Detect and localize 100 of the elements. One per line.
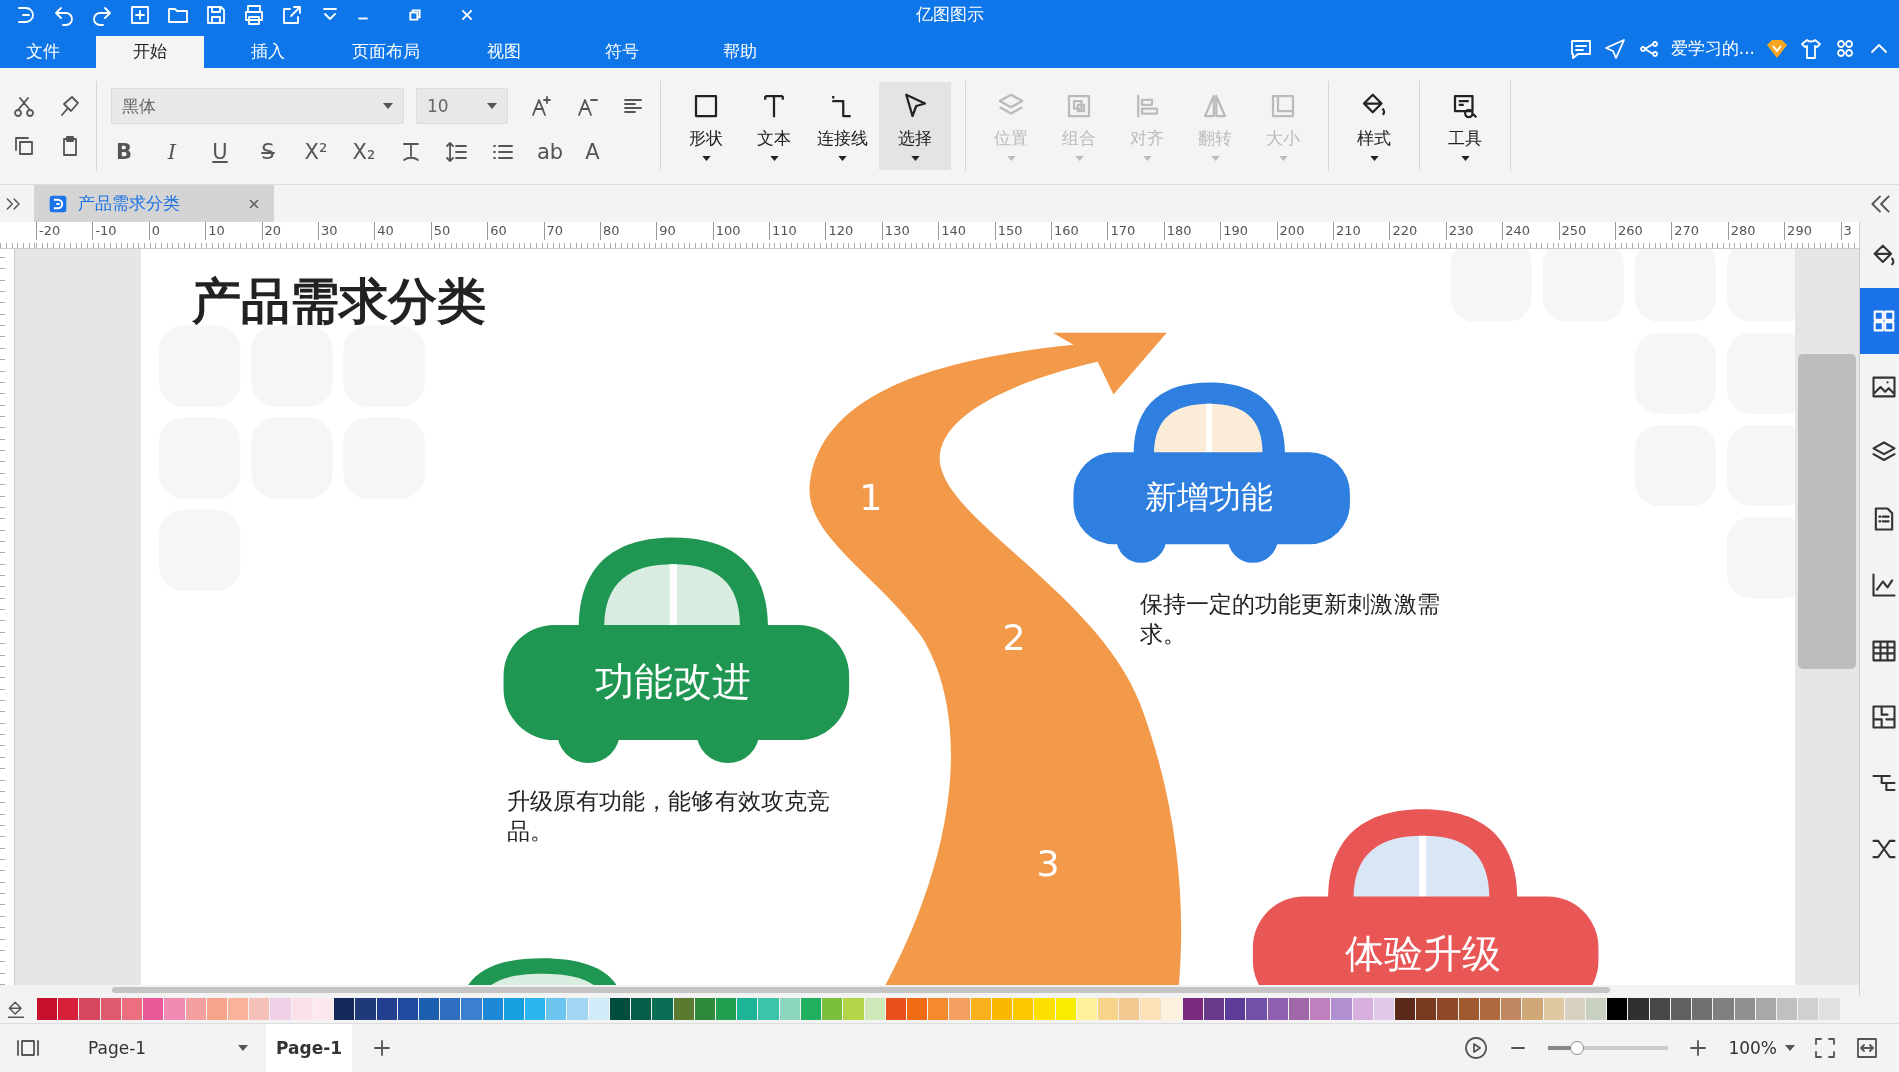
line-chart-icon[interactable]: [1870, 571, 1898, 599]
color-swatch[interactable]: [1458, 998, 1479, 1020]
color-swatch[interactable]: [1310, 998, 1331, 1020]
page-tab[interactable]: Page-1: [266, 1024, 353, 1072]
color-swatch[interactable]: [758, 998, 779, 1020]
format-button[interactable]: S: [255, 140, 281, 164]
ribbon-button[interactable]: 工具: [1434, 82, 1496, 170]
color-swatch[interactable]: [864, 998, 885, 1020]
color-swatch[interactable]: [206, 998, 227, 1020]
color-swatch[interactable]: [1395, 998, 1416, 1020]
color-swatch[interactable]: [1649, 998, 1670, 1020]
color-swatch[interactable]: [143, 998, 164, 1020]
color-swatch[interactable]: [949, 998, 970, 1020]
send-icon[interactable]: [1602, 36, 1627, 61]
line-spacing-icon[interactable]: [445, 140, 469, 164]
color-swatch[interactable]: [1225, 998, 1246, 1020]
format-button[interactable]: X²: [303, 140, 329, 164]
color-swatch[interactable]: [1267, 998, 1288, 1020]
color-swatch[interactable]: [1076, 998, 1097, 1020]
color-swatch[interactable]: [312, 998, 334, 1020]
shirt-icon[interactable]: [1799, 36, 1823, 61]
color-swatch[interactable]: [546, 998, 567, 1020]
vertical-scrollbar[interactable]: [1798, 354, 1856, 669]
font-color-button[interactable]: A: [585, 140, 600, 164]
horizontal-scrollbar[interactable]: [112, 987, 1610, 993]
color-swatch[interactable]: [1055, 998, 1076, 1020]
floor-plan-icon[interactable]: [1870, 703, 1898, 731]
color-swatch[interactable]: [185, 998, 206, 1020]
ribbon-button[interactable]: 形状: [675, 82, 737, 170]
color-swatch[interactable]: [1373, 998, 1394, 1020]
color-swatch[interactable]: [1097, 998, 1119, 1020]
color-swatch[interactable]: [100, 998, 121, 1020]
print-icon[interactable]: [242, 2, 266, 27]
color-swatch[interactable]: [1543, 998, 1564, 1020]
color-swatch[interactable]: [503, 998, 525, 1020]
color-swatch[interactable]: [609, 998, 631, 1020]
color-swatch[interactable]: [1352, 998, 1373, 1020]
ribbon-button[interactable]: 选择: [879, 82, 951, 170]
color-swatch[interactable]: [1776, 998, 1798, 1020]
color-swatch[interactable]: [1628, 998, 1649, 1020]
color-swatch[interactable]: [1479, 998, 1501, 1020]
color-swatch[interactable]: [694, 998, 715, 1020]
color-swatch[interactable]: [1204, 998, 1225, 1020]
menu-tab[interactable]: 帮助: [686, 36, 794, 68]
color-swatch[interactable]: [737, 998, 758, 1020]
color-swatch[interactable]: [1013, 998, 1034, 1020]
zoom-slider-handle[interactable]: [1570, 1041, 1585, 1055]
color-swatch[interactable]: [1182, 998, 1204, 1020]
color-swatch[interactable]: [991, 998, 1013, 1020]
menu-tab[interactable]: 文件: [0, 36, 86, 68]
color-swatch[interactable]: [334, 998, 355, 1020]
color-swatch[interactable]: [249, 998, 270, 1020]
color-swatch[interactable]: [673, 998, 694, 1020]
fit-page-icon[interactable]: [1813, 1036, 1837, 1060]
color-swatch[interactable]: [1522, 998, 1543, 1020]
color-swatch[interactable]: [588, 998, 609, 1020]
font-color-button[interactable]: ab: [537, 140, 564, 164]
format-button[interactable]: B: [111, 140, 137, 164]
user-name[interactable]: 爱学习的...: [1670, 37, 1755, 60]
color-swatch[interactable]: [1331, 998, 1352, 1020]
menu-tab[interactable]: 插入: [214, 36, 322, 68]
color-swatch[interactable]: [779, 998, 800, 1020]
zoom-value[interactable]: 100%: [1728, 1038, 1795, 1058]
color-swatch[interactable]: [1246, 998, 1267, 1020]
color-swatch[interactable]: [1670, 998, 1692, 1020]
color-swatch[interactable]: [843, 998, 864, 1020]
color-swatch[interactable]: [270, 998, 291, 1020]
color-swatch[interactable]: [1034, 998, 1055, 1020]
color-swatch[interactable]: [1755, 998, 1776, 1020]
color-swatch[interactable]: [1798, 998, 1819, 1020]
color-swatch[interactable]: [885, 998, 906, 1020]
color-swatch[interactable]: [482, 998, 503, 1020]
play-icon[interactable]: [1464, 1036, 1489, 1060]
color-swatch[interactable]: [291, 998, 312, 1020]
color-swatch[interactable]: [1819, 998, 1840, 1020]
format-painter-icon[interactable]: [58, 94, 82, 118]
color-swatch[interactable]: [800, 998, 822, 1020]
color-swatch[interactable]: [1585, 998, 1607, 1020]
color-swatch[interactable]: [1692, 998, 1713, 1020]
cut-icon[interactable]: [12, 94, 36, 118]
font-size-select[interactable]: 10: [416, 88, 508, 124]
color-swatch[interactable]: [1607, 998, 1628, 1020]
color-swatch[interactable]: [1416, 998, 1437, 1020]
color-swatch[interactable]: [440, 998, 461, 1020]
color-swatch[interactable]: [1564, 998, 1585, 1020]
color-swatch[interactable]: [716, 998, 737, 1020]
close-icon[interactable]: [248, 197, 260, 210]
color-swatch[interactable]: [1501, 998, 1522, 1020]
color-swatch[interactable]: [906, 998, 928, 1020]
color-swatch[interactable]: [37, 998, 58, 1020]
fit-width-icon[interactable]: [1855, 1036, 1879, 1060]
color-swatch[interactable]: [631, 998, 652, 1020]
color-swatch[interactable]: [376, 998, 397, 1020]
color-swatch[interactable]: [970, 998, 991, 1020]
color-swatch[interactable]: [1437, 998, 1458, 1020]
restore-icon[interactable]: [408, 7, 422, 22]
menu-tab[interactable]: 页面布局: [332, 36, 440, 68]
menu-tab[interactable]: 开始: [96, 36, 204, 68]
color-swatch[interactable]: [397, 998, 418, 1020]
format-button[interactable]: X₂: [351, 140, 377, 164]
